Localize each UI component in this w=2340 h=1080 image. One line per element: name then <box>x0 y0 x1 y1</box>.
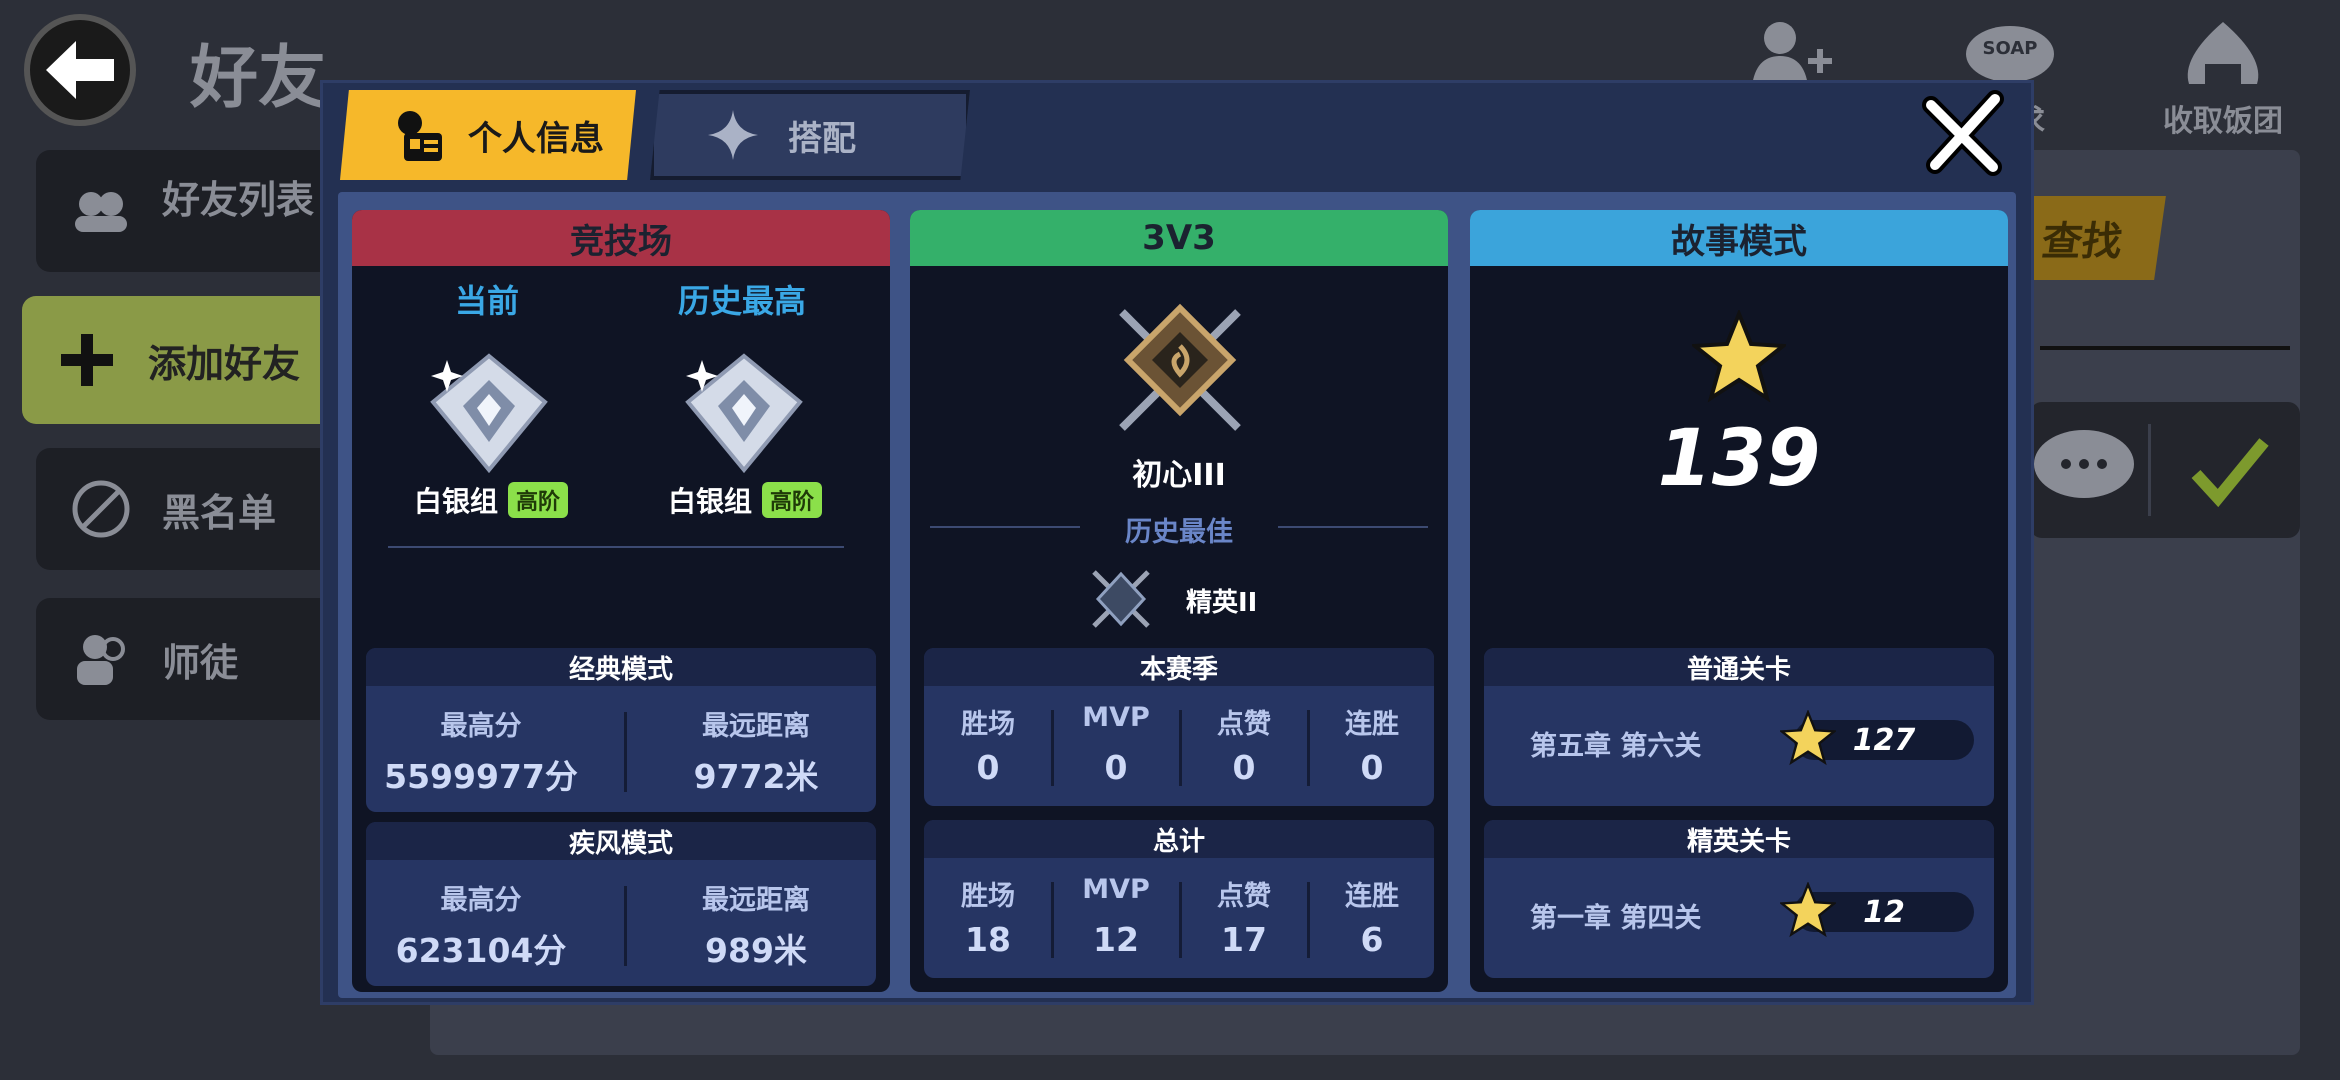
gale-max-distance: 989米 <box>705 931 807 970</box>
tab-personal-info[interactable]: 个人信息 <box>340 90 636 180</box>
chat-icon[interactable] <box>2030 422 2140 512</box>
current-rank-label: 当前 <box>454 282 519 320</box>
star-icon <box>1780 882 1836 938</box>
arena-section: 竞技场 当前 历史最高 白银组 高阶 白银组 高阶 经典模式 最高分 最远距离 55… <box>352 210 890 992</box>
divider <box>2148 424 2151 516</box>
classic-high-score: 5599977分 <box>384 757 578 796</box>
elite-rank-badge-icon <box>1092 570 1150 628</box>
sidebar-item-friend-list[interactable]: 好友列表 <box>36 150 336 272</box>
gale-mode-card: 疾风模式 最高分 最远距离 623104分 989米 <box>366 822 876 986</box>
mentor-icon <box>66 624 136 694</box>
close-icon <box>1922 90 2004 176</box>
svg-text:SOAP: SOAP <box>1983 38 2038 59</box>
star-icon <box>1692 310 1786 403</box>
gale-high-score: 623104分 <box>395 931 567 970</box>
sparkle-icon <box>708 110 758 160</box>
add-friend-icon <box>1752 22 1832 86</box>
friends-icon <box>66 176 136 246</box>
profile-card-icon <box>398 111 442 161</box>
total-stats-card: 总计 胜场 MVP 点赞 连胜 18 12 17 6 <box>924 820 1434 978</box>
classic-max-distance: 9772米 <box>693 757 819 796</box>
elite-stage-card: 精英关卡 第一章 第四关 12 <box>1484 820 1994 978</box>
sidebar-item-mentor[interactable]: 师徒 <box>36 598 336 720</box>
block-icon <box>66 474 136 544</box>
silver-rank-medal-icon <box>685 353 803 474</box>
close-button[interactable] <box>1920 88 2010 178</box>
accept-check-icon[interactable] <box>2190 430 2270 510</box>
back-button[interactable] <box>24 14 136 126</box>
plus-icon <box>52 325 122 395</box>
best-rank: 白银组 高阶 <box>668 480 823 520</box>
sidebar-item-add-friend[interactable]: 添加好友 <box>22 296 342 424</box>
arrow-left-icon <box>46 41 114 99</box>
beginner-rank-badge-icon <box>1119 303 1241 431</box>
star-icon <box>1780 710 1836 766</box>
collect-rice-ball-action[interactable]: 收取饭团 <box>2158 18 2288 140</box>
sidebar-item-blacklist[interactable]: 黑名单 <box>36 448 336 570</box>
elite-stage-progress: 第一章 第四关 <box>1530 903 1702 934</box>
current-3v3-rank: 初心III <box>1132 458 1226 493</box>
silver-rank-medal-icon <box>430 353 548 474</box>
story-section: 故事模式 139 普通关卡 第五章 第六关 127 精英关卡 第一章 第四关 1… <box>1470 210 2008 992</box>
rice-ball-icon <box>2187 22 2259 84</box>
soap-icon: SOAP <box>1966 26 2054 82</box>
current-rank: 白银组 高阶 <box>414 480 569 520</box>
normal-stage-card: 普通关卡 第五章 第六关 127 <box>1484 648 1994 806</box>
story-title: 故事模式 <box>1470 210 2008 266</box>
page-title: 好友 <box>190 39 327 118</box>
best-3v3-rank: 精英II <box>1186 588 1258 618</box>
divider <box>388 546 844 548</box>
normal-stage-progress: 第五章 第六关 <box>1530 731 1702 762</box>
total-stars: 139 <box>1657 414 1821 504</box>
season-stats-card: 本赛季 胜场 MVP 点赞 连胜 0 0 0 0 <box>924 648 1434 806</box>
best-rank-label: 历史最高 <box>677 282 806 320</box>
v3-section: 3V3 初心III 历史最佳 精英II 本赛季 胜场 MVP 点赞 连胜 0 0… <box>910 210 1448 992</box>
classic-mode-card: 经典模式 最高分 最远距离 5599977分 9772米 <box>366 648 876 812</box>
divider <box>2040 346 2290 350</box>
tab-outfit[interactable]: 搭配 <box>650 90 970 180</box>
v3-title: 3V3 <box>910 210 1448 266</box>
friend-request-card <box>2030 402 2300 538</box>
best-rank-label: 历史最佳 <box>1125 517 1233 548</box>
arena-title: 竞技场 <box>352 210 890 266</box>
